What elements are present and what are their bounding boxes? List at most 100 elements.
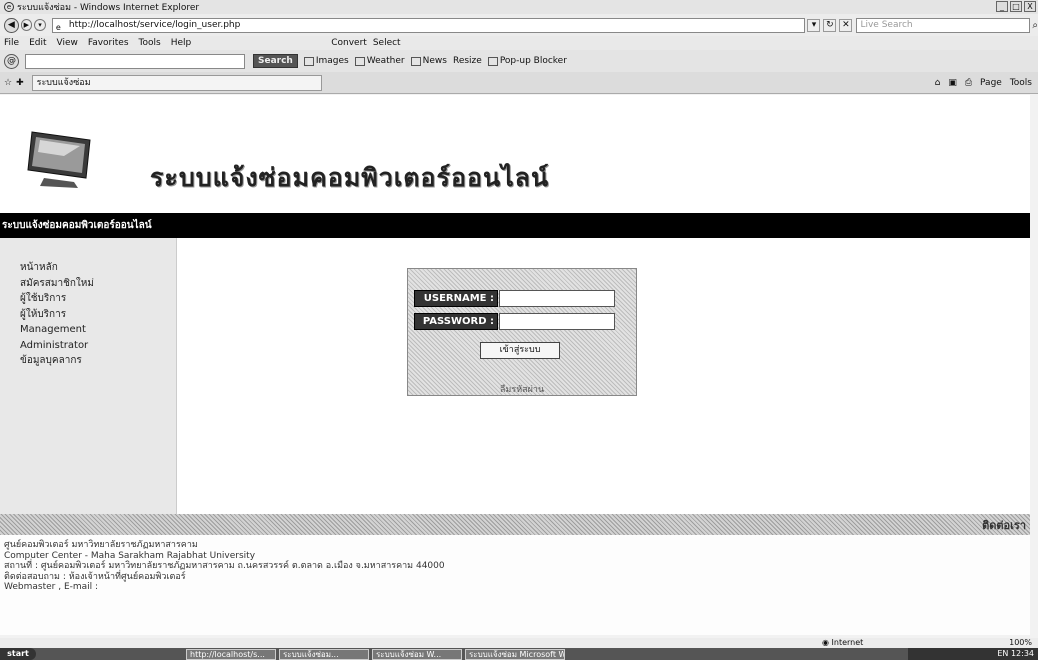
main-content: USERNAME : PASSWORD : เข้าสู่ระบบ ลืมรหั…	[177, 238, 1030, 514]
search-icon[interactable]: ⌕	[1032, 20, 1038, 31]
footer-line-address: สถานที่ : ศูนย์คอมพิวเตอร์ มหาวิทยาลัยรา…	[4, 561, 445, 571]
web-page: ระบบแจ้งซ่อมคอมพิวเตอร์ออนไลน์ ระบบแจ้งซ…	[0, 95, 1030, 635]
computer-monitor-icon	[27, 131, 91, 188]
weather-label: Weather	[366, 56, 405, 66]
taskbar-item-1[interactable]: http://localhost/s...	[186, 648, 276, 660]
site-title: ระบบแจ้งซ่อมคอมพิวเตอร์ออนไลน์	[150, 163, 550, 192]
sidebar-item-user[interactable]: ผู้ใช้บริการ	[0, 291, 176, 307]
sidebar-item-register[interactable]: สมัครสมาชิกใหม่	[0, 276, 176, 292]
login-form: USERNAME : PASSWORD : เข้าสู่ระบบ ลืมรหั…	[407, 268, 637, 396]
minimize-button[interactable]: _	[996, 1, 1008, 12]
footer-line-org-thai: ศูนย์คอมพิวเตอร์ มหาวิทยาลัยราชภัฏมหาสาร…	[4, 540, 198, 550]
taskbar-item-3[interactable]: ระบบแจ้งซ่อม W...	[372, 648, 462, 660]
tab-current[interactable]: ระบบแจ้งซ่อม	[31, 74, 322, 91]
popup-blocker-label: Pop-up Blocker	[499, 56, 567, 66]
toolbar-search-button[interactable]: Search	[253, 54, 298, 68]
system-tray: EN 12:34	[908, 648, 1038, 660]
sidebar-item-management[interactable]: Management	[0, 322, 176, 338]
toolbar-logo-icon[interactable]: @	[4, 53, 19, 69]
select-button[interactable]: Select	[373, 38, 401, 48]
convert-group: Convert Select	[331, 38, 400, 48]
address-tools: ▾ ↻ ✕	[807, 18, 853, 32]
menu-view[interactable]: View	[57, 38, 78, 48]
password-row: PASSWORD :	[414, 313, 615, 330]
sidebar-item-home[interactable]: หน้าหลัก	[0, 260, 176, 276]
news-icon	[410, 56, 421, 66]
resize-button[interactable]: Resize	[453, 56, 482, 66]
toolbar-search-input[interactable]	[25, 53, 245, 69]
menu-edit[interactable]: Edit	[29, 38, 46, 48]
search-toolbar: @ Search Images Weather News Resize Pop-…	[0, 50, 1038, 72]
print-icon[interactable]: ⎙	[965, 78, 972, 88]
window-controls: _ □ X	[996, 1, 1036, 12]
popup-blocker-icon	[487, 56, 498, 66]
page-icon: e	[55, 22, 61, 32]
contact-link[interactable]: ติดต่อเรา	[982, 516, 1026, 534]
stop-icon[interactable]: ✕	[839, 18, 853, 32]
site-navbar: ระบบแจ้งซ่อมคอมพิวเตอร์ออนไลน์	[0, 213, 1030, 238]
url-input[interactable]: e http://localhost/service/login_user.ph…	[51, 17, 806, 33]
sidebar-item-administrator[interactable]: Administrator	[0, 338, 176, 354]
login-button[interactable]: เข้าสู่ระบบ	[480, 342, 560, 359]
username-field[interactable]	[499, 290, 615, 307]
images-label: Images	[315, 56, 349, 66]
menu-bar: File Edit View Favorites Tools Help Conv…	[0, 36, 1038, 50]
username-row: USERNAME :	[414, 290, 615, 307]
security-zone-label: Internet	[831, 638, 864, 647]
maximize-button[interactable]: □	[1010, 1, 1022, 12]
add-favorites-icon[interactable]: ✚	[16, 78, 24, 88]
password-label: PASSWORD :	[414, 313, 498, 330]
menu-help[interactable]: Help	[171, 38, 192, 48]
popup-blocker-button[interactable]: Pop-up Blocker	[487, 56, 567, 66]
taskbar-item-2[interactable]: ระบบแจ้งซ่อม...	[279, 648, 369, 660]
favorites-star-icon[interactable]: ☆	[4, 78, 12, 88]
images-button[interactable]: Images	[303, 56, 349, 66]
news-button[interactable]: News	[410, 56, 447, 66]
page-menu[interactable]: Page	[980, 78, 1002, 88]
menu-favorites[interactable]: Favorites	[88, 38, 129, 48]
forward-arrow-icon[interactable]: ▶	[20, 19, 33, 31]
site-banner: ระบบแจ้งซ่อมคอมพิวเตอร์ออนไลน์	[0, 95, 1030, 213]
url-text: http://localhost/service/login_user.php	[68, 19, 241, 30]
home-icon[interactable]: ⌂	[935, 78, 941, 88]
start-button[interactable]: start	[0, 648, 36, 660]
footer-line-contact: ติดต่อสอบถาม : ห้องเจ้าหน้าที่ศูนย์คอมพิ…	[4, 571, 186, 582]
menu-tools[interactable]: Tools	[139, 38, 161, 48]
convert-button[interactable]: Convert	[331, 38, 367, 48]
resize-label: Resize	[452, 56, 482, 66]
address-bar: ◀ ▶ ▾ e http://localhost/service/login_u…	[0, 14, 1038, 36]
sidebar-item-provider[interactable]: ผู้ให้บริการ	[0, 307, 176, 323]
weather-button[interactable]: Weather	[354, 56, 405, 66]
menu-file[interactable]: File	[4, 38, 19, 48]
sidebar-item-staff[interactable]: ข้อมูลบุคลากร	[0, 353, 176, 369]
refresh-icon[interactable]: ↻	[823, 18, 837, 32]
footer-info: ศูนย์คอมพิวเตอร์ มหาวิทยาลัยราชภัฏมหาสาร…	[4, 540, 904, 593]
sidebar-menu: หน้าหลัก สมัครสมาชิกใหม่ ผู้ใช้บริการ ผู…	[0, 238, 177, 514]
taskbar: start http://localhost/s... ระบบแจ้งซ่อม…	[0, 648, 1038, 660]
tab-bar: ☆ ✚ ระบบแจ้งซ่อม ⌂ ▣ ⎙ Page Tools	[0, 72, 1038, 94]
zoom-level[interactable]: 100%	[1009, 638, 1032, 647]
tab-label: ระบบแจ้งซ่อม	[36, 77, 91, 88]
window-titlebar: e ระบบแจ้งซ่อม - Windows Internet Explor…	[0, 0, 1038, 14]
taskbar-item-4[interactable]: ระบบแจ้งซ่อม Microsoft W...	[465, 648, 565, 660]
ie-logo-icon: e	[4, 2, 14, 12]
footer-bar: ติดต่อเรา	[0, 514, 1030, 535]
footer-line-org-english: Computer Center - Maha Sarakham Rajabhat…	[4, 550, 256, 561]
command-bar: ⌂ ▣ ⎙ Page Tools	[935, 78, 1032, 88]
window-title: ระบบแจ้งซ่อม - Windows Internet Explorer	[17, 3, 200, 13]
password-field[interactable]	[499, 313, 615, 330]
username-label: USERNAME :	[414, 290, 498, 307]
tools-menu[interactable]: Tools	[1010, 78, 1032, 88]
url-dropdown-icon[interactable]: ▾	[807, 18, 821, 32]
forgot-password-link[interactable]: ลืมรหัสผ่าน	[408, 382, 636, 396]
security-zone: ◉ Internet	[822, 638, 864, 647]
status-bar: ◉ Internet 100%	[0, 638, 1038, 648]
weather-icon	[354, 56, 365, 66]
close-button[interactable]: X	[1024, 1, 1036, 12]
footer-line-webmaster: Webmaster , E-mail :	[4, 582, 99, 592]
history-dropdown-icon[interactable]: ▾	[34, 19, 46, 31]
back-arrow-icon[interactable]: ◀	[4, 17, 19, 33]
live-search-input[interactable]: Live Search	[856, 17, 1031, 33]
feeds-icon[interactable]: ▣	[948, 78, 957, 88]
news-label: News	[422, 56, 447, 66]
